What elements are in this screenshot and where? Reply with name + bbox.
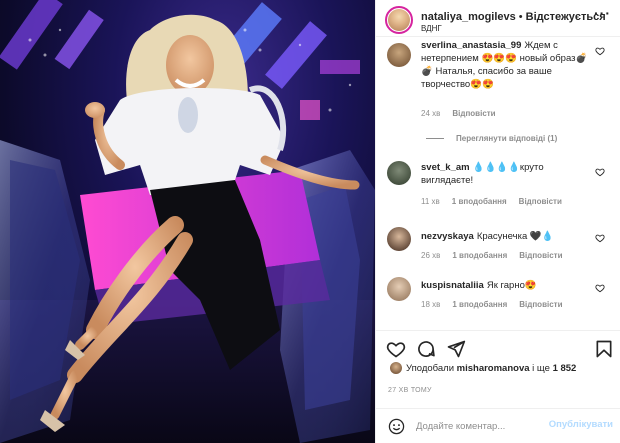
more-options-icon[interactable]: ··· [594, 6, 611, 20]
likes-count[interactable]: 1 852 [553, 363, 577, 374]
liker-avatar[interactable] [390, 362, 402, 374]
comment-age: 26 хв [421, 251, 441, 260]
comment-text: kuspisnataliia Як гарно😍 [421, 279, 591, 292]
comment-composer: Опублікувати [376, 408, 620, 443]
photo-image [0, 0, 375, 443]
comment-text: sverlina_anastasia_99 Ждем с нетерпением … [421, 39, 591, 91]
reply-button[interactable]: Відповісти [452, 109, 495, 118]
comment-text: svet_k_am 💧💧💧💧крутo виглядаєте! [421, 161, 591, 187]
like-comment-icon[interactable] [595, 46, 605, 56]
comment-text: nezvyskaya Красунечка 🖤💧 [421, 230, 591, 243]
comment-item: sverlina_anastasia_99 Ждем с нетерпением … [376, 37, 620, 139]
commenter-avatar[interactable] [387, 277, 411, 301]
comment-age: 11 хв [421, 197, 440, 206]
commenter-username[interactable]: sverlina_anastasia_99 [421, 40, 521, 51]
comment-item: nezvyskaya Красунечка 🖤💧 26 хв 1 вподобанн… [376, 225, 620, 270]
liker-username[interactable]: misharomanova [457, 363, 530, 374]
like-comment-icon[interactable] [595, 283, 605, 293]
comment-icon[interactable] [416, 339, 436, 359]
comment-body: Як гарно😍 [486, 280, 537, 291]
commenter-username[interactable]: nezvyskaya [421, 231, 474, 242]
location-link[interactable]: ВДНГ [421, 24, 442, 33]
comment-likes[interactable]: 1 вподобання [452, 300, 507, 309]
comment-meta: 18 хв 1 вподобання Відповісти [421, 300, 575, 309]
like-comment-icon[interactable] [595, 233, 605, 243]
author-avatar[interactable] [385, 6, 413, 34]
post-header: nataliya_mogilevs • Відстежується ВДНГ ··· [376, 0, 620, 37]
share-icon[interactable] [446, 339, 466, 359]
save-icon[interactable] [594, 339, 614, 359]
view-replies-button[interactable]: Переглянути відповіді (1) [426, 134, 557, 143]
commenter-avatar[interactable] [387, 227, 411, 251]
like-comment-icon[interactable] [595, 167, 605, 177]
comment-item: kuspisnataliia Як гарно😍 18 хв 1 вподобанн… [376, 277, 620, 322]
likes-suffix: і ще [532, 363, 550, 374]
comment-meta: 11 хв 1 вподобання Відповісти [421, 197, 574, 206]
likes-prefix: Уподобали [406, 363, 455, 374]
comments-list[interactable]: sverlina_anastasia_99 Ждем с нетерпением … [376, 37, 620, 330]
reply-button[interactable]: Відповісти [519, 251, 562, 260]
post-sidebar: nataliya_mogilevs • Відстежується ВДНГ ···… [375, 0, 620, 443]
author-username[interactable]: nataliya_mogilevs [421, 11, 516, 23]
comment-likes[interactable]: 1 вподобання [452, 197, 507, 206]
comment-meta: 24 хв Відповісти [421, 109, 508, 118]
post-comment-button[interactable]: Опублікувати [549, 419, 613, 430]
commenter-username[interactable]: kuspisnataliia [421, 280, 484, 291]
comment-input[interactable] [416, 417, 551, 435]
post-timestamp[interactable]: 27 ХВ ТОМУ [388, 387, 432, 394]
reply-button[interactable]: Відповісти [519, 197, 562, 206]
comment-meta: 26 хв 1 вподобання Відповісти [421, 251, 575, 260]
view-replies-label: Переглянути відповіді (1) [456, 134, 558, 143]
reply-button[interactable]: Відповісти [519, 300, 562, 309]
comment-age: 18 хв [421, 300, 441, 309]
comment-item: svet_k_am 💧💧💧💧крутo виглядаєте! 11 хв 1 вп… [376, 159, 620, 214]
like-icon[interactable] [386, 339, 406, 359]
header-line: nataliya_mogilevs • Відстежується [421, 11, 606, 23]
commenter-avatar[interactable] [387, 43, 411, 67]
comment-body: Красунечка 🖤💧 [476, 231, 554, 242]
comment-likes[interactable]: 1 вподобання [452, 251, 507, 260]
emoji-icon[interactable] [388, 418, 405, 435]
header-separator: • [518, 11, 523, 23]
commenter-avatar[interactable] [387, 161, 411, 185]
comment-age: 24 хв [421, 109, 441, 118]
commenter-username[interactable]: svet_k_am [421, 162, 470, 173]
post-photo[interactable] [0, 0, 375, 443]
likes-summary: Уподобали misharomanova і ще 1 852 [406, 363, 576, 374]
replies-divider [426, 138, 444, 140]
